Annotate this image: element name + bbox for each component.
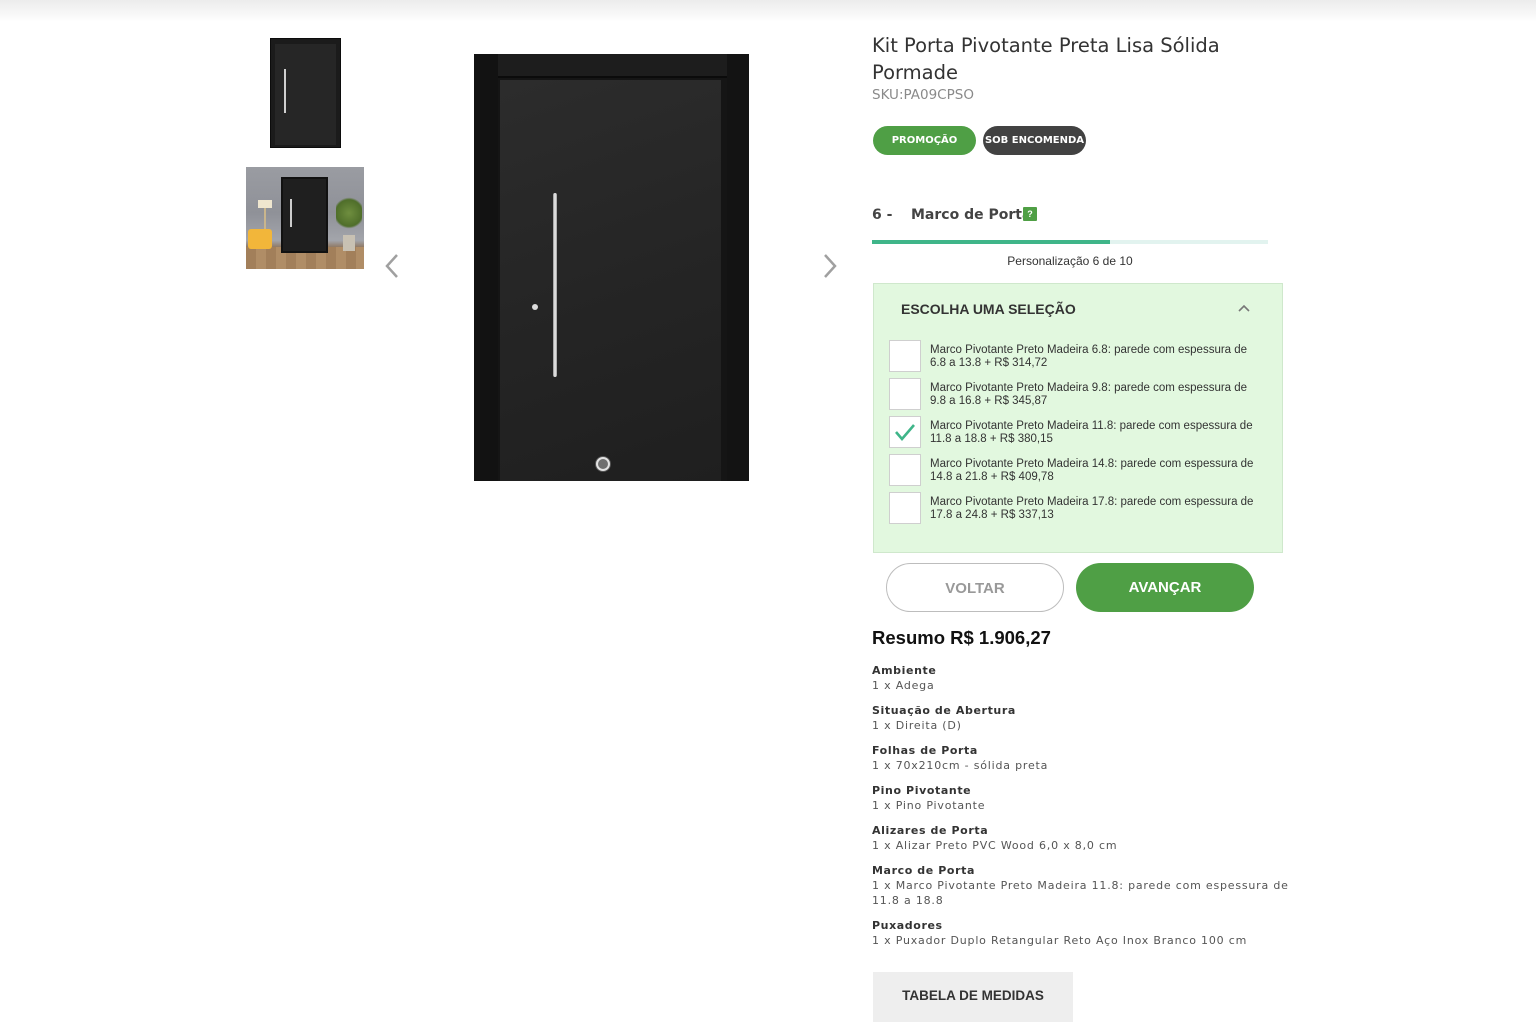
door-right-jamb: [727, 54, 749, 481]
step-number: 6 -: [872, 207, 893, 223]
door-lock: [532, 304, 538, 310]
summary-item: Situação de Abertura 1 x Direita (D): [872, 704, 1292, 744]
main-product-image: [474, 54, 749, 481]
thumbnail-lampshade: [258, 200, 272, 208]
option-checkbox[interactable]: [889, 378, 921, 410]
summary-item: Puxadores 1 x Puxador Duplo Retangular R…: [872, 919, 1292, 959]
chevron-up-icon[interactable]: [1236, 300, 1252, 316]
summary-item-value: 1 x Pino Pivotante: [872, 799, 986, 812]
option-checkbox-checked[interactable]: [889, 416, 921, 448]
order-badge: SOB ENCOMENDA: [983, 126, 1086, 155]
carousel-indicator-dot[interactable]: [596, 457, 610, 471]
selection-title: ESCOLHA UMA SELEÇÃO: [901, 301, 1076, 317]
product-sku: SKU:PA09CPSO: [872, 87, 974, 103]
summary-item-value: 1 x 70x210cm - sólida preta: [872, 759, 1049, 772]
door-front-thumbnail[interactable]: [270, 38, 341, 148]
promo-badge: PROMOÇÃO: [873, 126, 976, 155]
door-top-frame: [498, 54, 727, 78]
option-label: Marco Pivotante Preto Madeira 17.8: pare…: [930, 496, 1254, 521]
summary-item-value: 1 x Direita (D): [872, 719, 962, 732]
thumbnail-chair: [248, 229, 272, 249]
option-label: Marco Pivotante Preto Madeira 9.8: pared…: [930, 382, 1248, 407]
thumbnail-door-handle: [284, 69, 286, 113]
summary-item-label: Alizares de Porta: [872, 824, 989, 837]
summary-list: Ambiente 1 x Adega Situação de Abertura …: [872, 664, 1292, 959]
frame-option-17-8[interactable]: Marco Pivotante Preto Madeira 17.8: pare…: [889, 492, 1269, 526]
checkmark-icon: [895, 424, 915, 441]
door-room-thumbnail[interactable]: [246, 167, 364, 269]
product-title: Kit Porta Pivotante Preta Lisa Sólida Po…: [872, 34, 1220, 84]
option-checkbox[interactable]: [889, 454, 921, 486]
frame-option-9-8[interactable]: Marco Pivotante Preto Madeira 9.8: pared…: [889, 378, 1269, 412]
summary-item-value: 1 x Marco Pivotante Preto Madeira 11.8: …: [872, 879, 1289, 907]
door-left-jamb: [474, 54, 498, 481]
option-checkbox[interactable]: [889, 492, 921, 524]
summary-item: Marco de Porta 1 x Marco Pivotante Preto…: [872, 864, 1292, 919]
option-label: Marco Pivotante Preto Madeira 11.8: pare…: [930, 420, 1253, 445]
summary-item-value: 1 x Adega: [872, 679, 935, 692]
summary-item-label: Marco de Porta: [872, 864, 975, 877]
summary-item-label: Ambiente: [872, 664, 937, 677]
summary-item-value: 1 x Alizar Preto PVC Wood 6,0 x 8,0 cm: [872, 839, 1118, 852]
summary-item-label: Situação de Abertura: [872, 704, 1016, 717]
option-label: Marco Pivotante Preto Madeira 14.8: pare…: [930, 458, 1254, 483]
summary-item: Ambiente 1 x Adega: [872, 664, 1292, 704]
step-name: Marco de Porta: [911, 207, 1032, 223]
summary-item-value: 1 x Puxador Duplo Retangular Reto Aço In…: [872, 934, 1248, 947]
thumbnail-plant: [336, 195, 362, 231]
selection-panel: ESCOLHA UMA SELEÇÃO Marco Pivotante Pret…: [873, 283, 1283, 553]
thumbnail-pot: [343, 235, 355, 251]
option-label: Marco Pivotante Preto Madeira 6.8: pared…: [930, 344, 1248, 369]
header-shadow: [0, 0, 1536, 22]
thumbnail-room-door: [281, 177, 328, 253]
chevron-left-icon[interactable]: [383, 251, 403, 281]
summary-item: Pino Pivotante 1 x Pino Pivotante: [872, 784, 1292, 824]
back-button[interactable]: VOLTAR: [886, 563, 1064, 612]
summary-item: Folhas de Porta 1 x 70x210cm - sólida pr…: [872, 744, 1292, 784]
chevron-right-icon[interactable]: [819, 251, 839, 281]
size-table-button[interactable]: TABELA DE MEDIDAS: [873, 972, 1073, 1022]
frame-option-6-8[interactable]: Marco Pivotante Preto Madeira 6.8: pared…: [889, 340, 1269, 374]
progress-text: Personalização 6 de 10: [1007, 254, 1133, 268]
summary-item-label: Pino Pivotante: [872, 784, 972, 797]
frame-option-14-8[interactable]: Marco Pivotante Preto Madeira 14.8: pare…: [889, 454, 1269, 488]
option-checkbox[interactable]: [889, 340, 921, 372]
progress-fill: [872, 240, 1110, 244]
summary-item-label: Puxadores: [872, 919, 943, 932]
door-pull-handle: [553, 193, 557, 377]
help-icon[interactable]: ?: [1023, 207, 1037, 221]
next-button[interactable]: AVANÇAR: [1076, 563, 1254, 612]
summary-title: Resumo R$ 1.906,27: [872, 627, 1051, 648]
customization-progress-bar: [872, 240, 1268, 244]
summary-item-label: Folhas de Porta: [872, 744, 978, 757]
summary-item: Alizares de Porta 1 x Alizar Preto PVC W…: [872, 824, 1292, 864]
door-leaf: [500, 80, 721, 481]
frame-option-11-8[interactable]: Marco Pivotante Preto Madeira 11.8: pare…: [889, 416, 1269, 450]
